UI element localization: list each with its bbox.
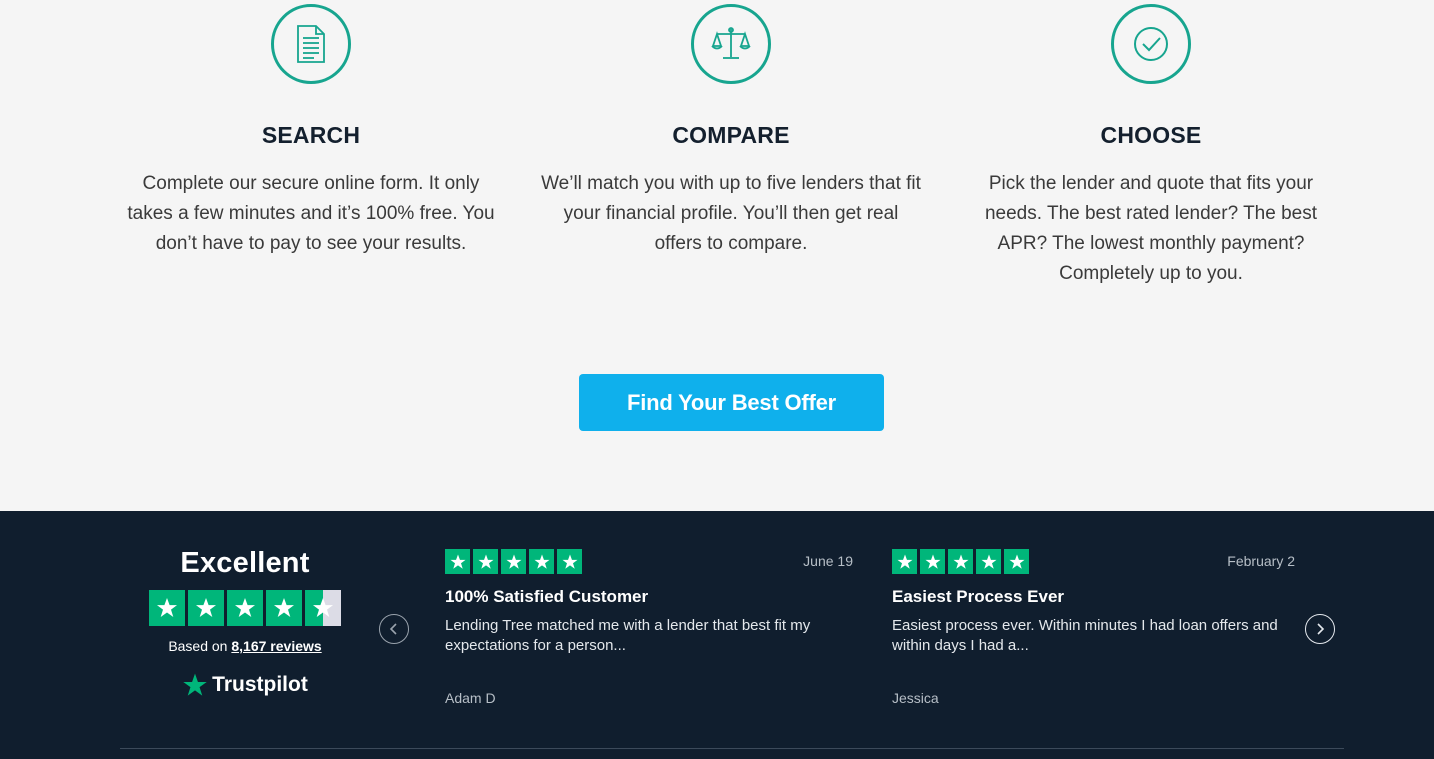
review-date: June 19 <box>803 553 853 569</box>
rating-word: Excellent <box>180 547 310 579</box>
trustpilot-star-icon <box>183 673 207 696</box>
checkmark-circle-icon <box>1111 4 1191 84</box>
trustpilot-logo[interactable]: Trustpilot <box>120 672 370 698</box>
trustpilot-summary: Excellent Based on 8,167 reviews Trustpi… <box>120 511 370 698</box>
based-on-label: Based on <box>168 638 228 654</box>
carousel-next-button[interactable] <box>1305 614 1335 644</box>
star-icon <box>149 590 185 626</box>
reviews-section: Excellent Based on 8,167 reviews Trustpi… <box>0 511 1434 759</box>
review-author: Adam D <box>445 690 496 706</box>
step-search: SEARCH Complete our secure online form. … <box>101 0 521 259</box>
review-date: February 2 <box>1227 553 1295 569</box>
star-icon <box>266 590 302 626</box>
step-description: We’ll match you with up to five lenders … <box>541 173 921 254</box>
review-body: Easiest process ever. Within minutes I h… <box>892 617 1278 654</box>
star-icon <box>305 590 341 626</box>
step-title: COMPARE <box>672 122 790 148</box>
star-icon <box>976 549 1001 574</box>
find-best-offer-button[interactable]: Find Your Best Offer <box>579 374 884 431</box>
carousel-prev-button[interactable] <box>379 614 409 644</box>
reviews-count-link[interactable]: 8,167 reviews <box>231 638 321 654</box>
review-author: Jessica <box>892 690 939 706</box>
based-on-text: Based on 8,167 reviews <box>120 638 370 654</box>
divider <box>120 748 1344 749</box>
star-icon <box>473 549 498 574</box>
step-title: CHOOSE <box>1100 122 1202 148</box>
chevron-left-icon <box>389 623 397 635</box>
step-choose: CHOOSE Pick the lender and quote that fi… <box>941 0 1361 289</box>
trustpilot-rating-stars <box>120 590 370 626</box>
review-card[interactable]: February 2 Easiest Process Ever Easiest … <box>892 549 1295 706</box>
star-icon <box>1004 549 1029 574</box>
step-description: Pick the lender and quote that fits your… <box>984 173 1318 284</box>
review-body: Lending Tree matched me with a lender th… <box>445 617 811 654</box>
review-title: 100% Satisfied Customer <box>445 587 649 606</box>
star-icon <box>227 590 263 626</box>
star-icon <box>188 590 224 626</box>
document-icon <box>271 4 351 84</box>
how-it-works-section: SEARCH Complete our secure online form. … <box>0 0 1434 511</box>
review-card[interactable]: June 19 100% Satisfied Customer Lending … <box>445 549 853 706</box>
star-icon <box>557 549 582 574</box>
star-icon <box>501 549 526 574</box>
review-stars <box>445 549 853 574</box>
star-icon <box>892 549 917 574</box>
chevron-right-icon <box>1317 623 1325 635</box>
star-icon <box>920 549 945 574</box>
step-description: Complete our secure online form. It only… <box>127 173 495 254</box>
step-compare: COMPARE We’ll match you with up to five … <box>521 0 941 259</box>
star-icon <box>948 549 973 574</box>
scales-icon <box>691 4 771 84</box>
star-icon <box>529 549 554 574</box>
star-icon <box>445 549 470 574</box>
review-title: Easiest Process Ever <box>892 587 1065 606</box>
trustpilot-brand: Trustpilot <box>212 673 308 696</box>
step-title: SEARCH <box>261 122 361 148</box>
